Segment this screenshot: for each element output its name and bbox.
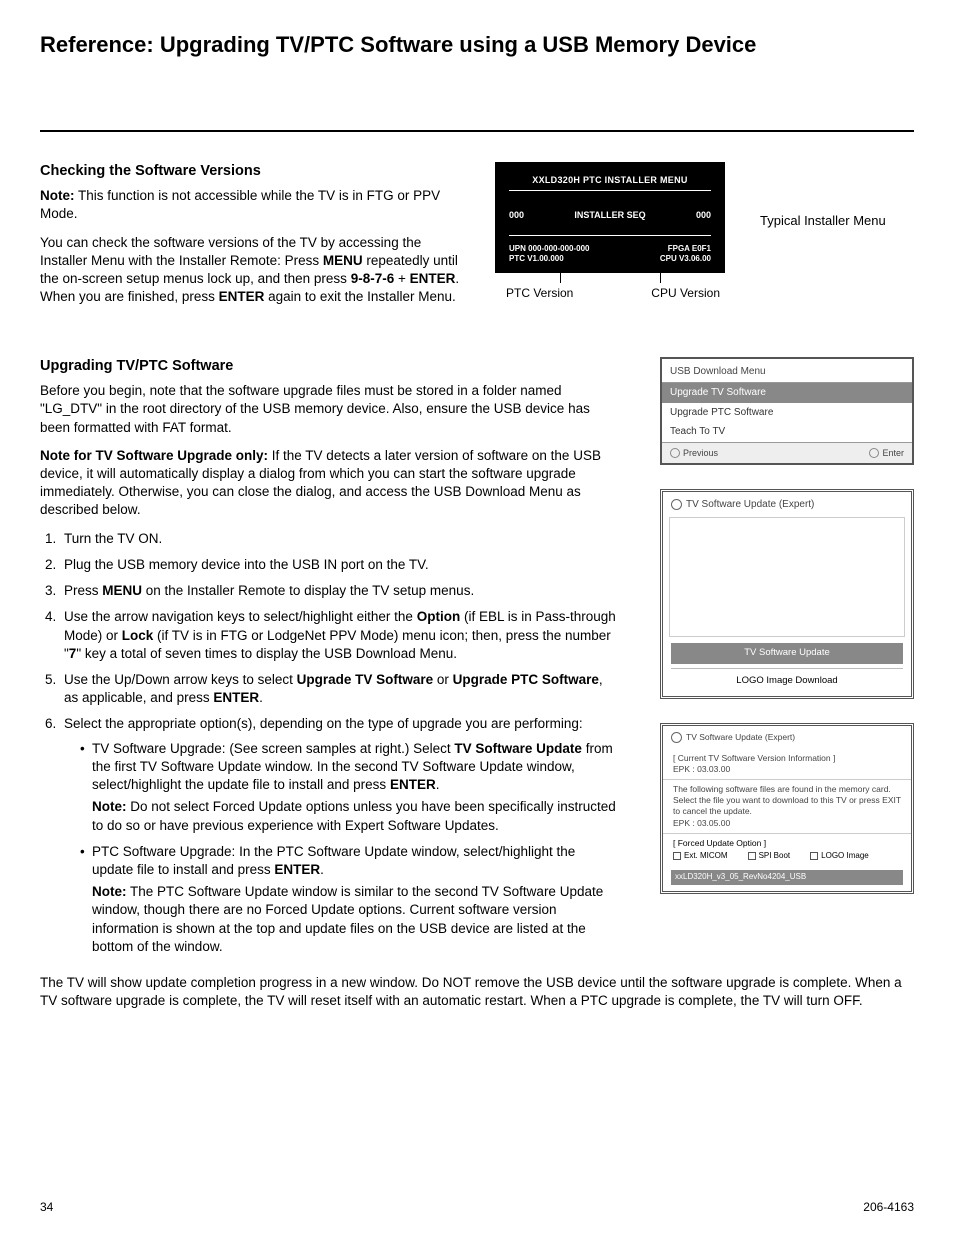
installer-menu-screenshot: XXLD320H PTC INSTALLER MENU 000 INSTALLE… [495, 162, 725, 273]
section1-note: Note: This function is not accessible wh… [40, 187, 460, 223]
current-version-label: [ Current TV Software Version Informatio… [673, 753, 901, 764]
page-title: Reference: Upgrading TV/PTC Software usi… [40, 30, 914, 60]
ptc-version-label: PTC Version [506, 285, 573, 301]
usb-row-upgrade-ptc[interactable]: Upgrade PTC Software [662, 403, 912, 423]
step-6: Select the appropriate option(s), depend… [60, 715, 620, 956]
previous-icon [670, 448, 680, 458]
bullet-ptc-upgrade: PTC Software Upgrade: In the PTC Softwar… [80, 843, 620, 956]
section2-intro: Before you begin, note that the software… [40, 382, 620, 437]
check-logo-image[interactable]: LOGO Image [810, 851, 869, 862]
usb-row-upgrade-tv[interactable]: Upgrade TV Software [662, 383, 912, 403]
doc-number: 206-4163 [863, 1199, 914, 1215]
section1-para: You can check the software versions of t… [40, 234, 460, 307]
step-3: Press MENU on the Installer Remote to di… [60, 582, 620, 600]
installer-fpga: FPGA E0F1 [660, 244, 711, 254]
expert-panel-2: TV Software Update (Expert) [ Current TV… [660, 723, 914, 894]
btn-tv-software-update[interactable]: TV Software Update [671, 643, 903, 664]
found-epk-value: EPK : 03.05.00 [673, 818, 901, 829]
section2-heading: Upgrading TV/PTC Software [40, 357, 620, 377]
cpu-version-label: CPU Version [651, 285, 720, 301]
page-number: 34 [40, 1199, 53, 1215]
section2-note: Note for TV Software Upgrade only: If th… [40, 447, 620, 520]
installer-ptc: PTC V1.00.000 [509, 254, 590, 264]
section1-heading: Checking the Software Versions [40, 162, 460, 182]
installer-seq-left: 000 [509, 209, 524, 221]
bullet-tv-upgrade: TV Software Upgrade: (See screen samples… [80, 740, 620, 835]
step-2: Plug the USB memory device into the USB … [60, 556, 620, 574]
installer-cpu: CPU V3.06.00 [660, 254, 711, 264]
enter-icon [869, 448, 879, 458]
gear-icon [671, 499, 682, 510]
closing-para: The TV will show update completion progr… [40, 974, 914, 1010]
btn-logo-download[interactable]: LOGO Image Download [671, 671, 903, 692]
installer-caption: Typical Installer Menu [760, 162, 914, 230]
gear-icon [671, 732, 682, 743]
update-file-row[interactable]: xxLD320H_v3_05_RevNo4204_USB [671, 870, 903, 885]
step-4: Use the arrow navigation keys to select/… [60, 608, 620, 663]
check-ext-micom[interactable]: Ext. MICOM [673, 851, 728, 862]
installer-seq-label: INSTALLER SEQ [574, 209, 645, 221]
note-label: Note: [40, 188, 75, 203]
found-files-text: The following software files are found i… [673, 784, 901, 817]
note-text: This function is not accessible while th… [40, 188, 440, 221]
step-1: Turn the TV ON. [60, 530, 620, 548]
installer-seq-right: 000 [696, 209, 711, 221]
divider [40, 130, 914, 132]
installer-title: XXLD320H PTC INSTALLER MENU [509, 174, 711, 186]
installer-upn: UPN 000-000-000-000 [509, 244, 590, 254]
check-spi-boot[interactable]: SPI Boot [748, 851, 791, 862]
usb-previous[interactable]: Previous [683, 448, 718, 458]
forced-update-label: [ Forced Update Option ] [673, 838, 901, 849]
usb-download-menu: USB Download Menu Upgrade TV Software Up… [660, 357, 914, 465]
steps-list: Turn the TV ON. Plug the USB memory devi… [40, 530, 620, 956]
expert-panel-1: TV Software Update (Expert) TV Software … [660, 489, 914, 699]
current-version-value: EPK : 03.03.00 [673, 764, 901, 775]
usb-row-teach[interactable]: Teach To TV [662, 422, 912, 442]
step-5: Use the Up/Down arrow keys to select Upg… [60, 671, 620, 707]
expert2-title: TV Software Update (Expert) [686, 732, 795, 743]
expert1-title: TV Software Update (Expert) [686, 498, 814, 512]
usb-menu-title: USB Download Menu [662, 359, 912, 383]
usb-enter[interactable]: Enter [882, 448, 904, 458]
